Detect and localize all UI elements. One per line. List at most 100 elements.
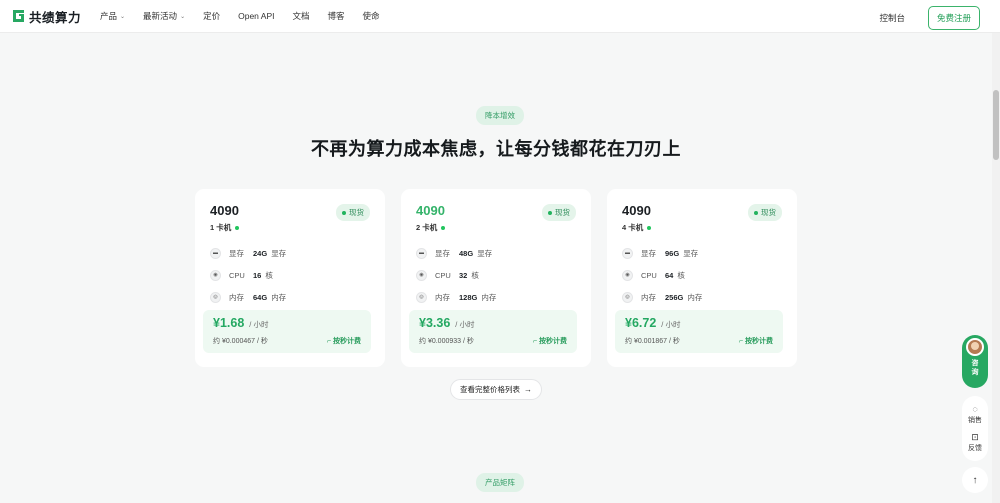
scrollbar-thumb[interactable] [993,90,999,160]
billing-mode-label: 按秒计费 [333,338,361,345]
status-badge: 现货 [542,204,576,221]
spec-value: 64G [253,292,268,302]
top-nav-bar: 共绩算力 产品 ⌄ 最新活动 ⌄ 定价 Open API 文档 博客 使命 控制台 … [0,0,1000,33]
signup-button[interactable]: 免费注册 [927,6,980,30]
spec-value: 96G [665,248,680,258]
console-link[interactable]: 控制台 [879,12,905,24]
spec-unit: 显存 [271,248,287,258]
spec-unit: 核 [471,270,479,280]
nav-item-blog[interactable]: 博客 [328,10,345,22]
pricing-card[interactable]: 4090 现货 4 卡机 ▬ 显存 96G 显存 ◉ CPU 64 核 ◎ 内存 256G 内存 … [607,189,797,367]
machine-type-label: 2 卡机 [416,223,438,232]
machine-type: 4 卡机 [622,222,782,233]
spec-name: CPU [641,270,657,280]
price-unit: / 小时 [455,320,475,329]
memory-icon: ▬ [622,247,633,259]
nav-item-docs[interactable]: 文档 [293,10,310,22]
per-second-price: 约 ¥0.000467 / 秒 [213,338,268,345]
nav-item-mission[interactable]: 使命 [363,10,380,22]
nav-label: 产品 [100,11,118,21]
spec-unit: 核 [677,270,685,280]
pricing-card[interactable]: 4090 现货 2 卡机 ▬ 显存 48G 显存 ◉ CPU 32 核 ◎ 内存 128G 内存 … [401,189,591,367]
sales-button[interactable]: ◌ 销售 [968,404,982,425]
consult-label: 咨询 [971,360,979,376]
cpu-icon: ◉ [210,269,221,281]
ram-icon: ◎ [210,291,221,303]
arrow-up-icon: ↑ [972,474,978,486]
memory-icon: ▬ [210,247,221,259]
spec-value: 128G [459,292,478,302]
spec-name: 显存 [435,248,450,258]
spec-name: CPU [435,270,451,280]
spec-list: ▬ 显存 48G 显存 ◉ CPU 32 核 ◎ 内存 128G 内存 [416,242,576,308]
price-unit: / 小时 [661,320,681,329]
spec-unit: 内存 [687,292,703,302]
price-box: ¥3.36 / 小时 约 ¥0.000933 / 秒 ⌐ 按秒计费 [409,310,577,353]
pricing-card[interactable]: 4090 现货 1 卡机 ▬ 显存 24G 显存 ◉ CPU 16 核 ◎ 内存 64G 内存 ¥… [195,189,385,367]
view-full-pricing-button[interactable]: 查看完整价格列表 → [450,379,542,400]
status-badge-label: 现货 [555,208,570,217]
spec-row: ▬ 显存 96G 显存 [622,242,782,264]
nav-item-events[interactable]: 最新活动 ⌄ [143,10,185,22]
status-badge-label: 现货 [761,208,776,217]
spec-list: ▬ 显存 24G 显存 ◉ CPU 16 核 ◎ 内存 64G 内存 [210,242,370,308]
price-box: ¥6.72 / 小时 约 ¥0.001867 / 秒 ⌐ 按秒计费 [615,310,783,353]
spec-value: 64 [665,270,674,280]
machine-type: 2 卡机 [416,222,576,233]
hourly-price: ¥3.36 [419,316,451,330]
billing-mode: ⌐ 按秒计费 [739,336,773,346]
avatar [966,338,984,356]
nav-item-products[interactable]: 产品 ⌄ [100,10,125,22]
spec-row: ◉ CPU 32 核 [416,264,576,286]
nav-item-pricing[interactable]: 定价 [203,10,220,22]
billing-mode-label: 按秒计费 [745,338,773,345]
billing-mode: ⌐ 按秒计费 [327,336,361,346]
header-actions: 控制台 免费注册 [879,6,980,30]
price-box: ¥1.68 / 小时 约 ¥0.000467 / 秒 ⌐ 按秒计费 [203,310,371,353]
spec-row: ▬ 显存 48G 显存 [416,242,576,264]
spec-row: ◎ 内存 128G 内存 [416,286,576,308]
main-nav: 产品 ⌄ 最新活动 ⌄ 定价 Open API 文档 博客 使命 [100,10,398,22]
per-second-price: 约 ¥0.000933 / 秒 [419,338,474,345]
floating-toolbar: ◌ 销售 ⊡ 反馈 [962,396,988,461]
spec-unit: 内存 [271,292,287,302]
brand-logo[interactable]: 共绩算力 [12,7,90,26]
available-dot [647,225,652,230]
chevron-down-icon: ⌄ [180,13,186,20]
available-dot [235,225,240,230]
per-second-price: 约 ¥0.001867 / 秒 [625,338,680,345]
spec-unit: 显存 [477,248,493,258]
arrow-right-icon: → [524,385,532,394]
spec-row: ◉ CPU 16 核 [210,264,370,286]
billing-mode-label: 按秒计费 [539,338,567,345]
status-badge: 现货 [748,204,782,221]
spec-row: ◉ CPU 64 核 [622,264,782,286]
chat-bubble-icon: ◌ [972,403,978,414]
status-dot [548,210,552,215]
spec-unit: 内存 [481,292,497,302]
chevron-down-icon: ⌄ [120,13,126,20]
ram-icon: ◎ [416,291,427,303]
feedback-button[interactable]: ⊡ 反馈 [968,432,982,453]
ram-icon: ◎ [622,291,633,303]
view-full-pricing-label: 查看完整价格列表 [460,385,520,394]
spec-name: 显存 [641,248,656,258]
spec-name: 内存 [641,292,656,302]
spec-value: 16 [253,270,262,280]
back-to-top-button[interactable]: ↑ [962,467,988,493]
nav-item-open-api[interactable]: Open API [238,11,274,21]
spec-value: 24G [253,248,268,258]
spec-unit: 核 [265,270,273,280]
hourly-price: ¥1.68 [213,316,245,330]
spec-name: CPU [229,270,245,280]
price-unit: / 小时 [249,320,269,329]
section-headline: 不再为算力成本焦虑，让每分钱都花在刀刃上 [311,139,681,159]
spec-value: 32 [459,270,468,280]
sales-label: 销售 [968,416,982,424]
spec-row: ◎ 内存 256G 内存 [622,286,782,308]
pricing-cards: 4090 现货 1 卡机 ▬ 显存 24G 显存 ◉ CPU 16 核 ◎ 内存 64G 内存 ¥… [195,189,797,367]
spec-value: 48G [459,248,474,258]
consult-button[interactable]: 咨询 [962,335,988,388]
machine-type-label: 1 卡机 [210,223,232,232]
brand-name: 共绩算力 [29,10,82,25]
